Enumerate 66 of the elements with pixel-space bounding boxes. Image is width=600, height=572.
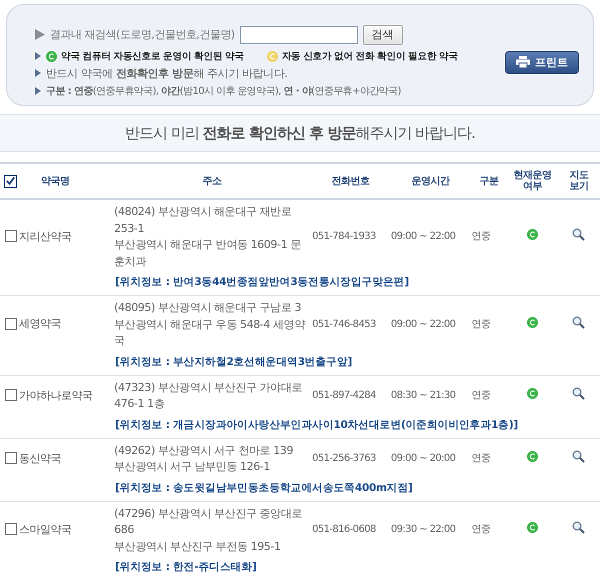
address-text: 부산광역시 해운대구 반여동 1609-1 문훈치과 <box>114 237 302 270</box>
phone-text: 051-256-3763 <box>312 453 376 464</box>
printer-icon <box>516 56 530 68</box>
location-info: [위치정보 : 부산지하철2호선해운대역3번출구앞] <box>115 356 352 368</box>
address-text: (48095) 부산광역시 해운대구 구남로 3 <box>114 300 302 316</box>
type-text: 연중 <box>472 231 490 242</box>
notice-text: 반드시 약국에 전화확인후 방문해 주시기 바랍니다. <box>46 66 288 80</box>
row-checkbox[interactable] <box>5 452 17 464</box>
type-text: 연중 <box>472 390 490 401</box>
row-checkbox[interactable] <box>5 318 17 330</box>
phone-text: 051-897-4284 <box>312 390 376 401</box>
search-icon[interactable] <box>572 387 586 400</box>
type-legend-text: 구분 : 연중(연중무휴약국), 야간(밤10시 이후 운영약국), 연 · 야(연중무휴+야간약국) <box>46 84 401 98</box>
address-text: 부산광역시 서구 남부민동 126-1 <box>114 459 271 475</box>
location-info: [위치정보 : 개금시장과아이사랑산부인과사이10차선대로변(이준희이비인후과1층)] <box>115 418 518 430</box>
type-text: 연중 <box>472 524 490 536</box>
row-checkbox[interactable] <box>5 389 17 401</box>
column-header: 주소 <box>202 176 222 186</box>
address-text: 부산광역시 해운대구 우동 548-4 세영약국 <box>114 316 306 349</box>
hours-text: 09:00 ~ 22:00 <box>390 231 456 242</box>
address-text: (49262) 부산광역시 서구 천마로 139 <box>114 442 294 458</box>
print-button[interactable]: 프린트 <box>505 50 579 74</box>
column-header: 전화번호 <box>331 176 370 186</box>
row-checkbox[interactable] <box>5 523 17 536</box>
location-info: [위치정보 : 반여3동44번종점앞반여3동전통시장입구맞은편] <box>115 276 409 288</box>
hours-text: 09:00 ~ 22:00 <box>390 318 456 330</box>
type-text: 연중 <box>472 453 490 464</box>
address-text: 부산광역시 부산진구 부전동 195-1 <box>114 538 282 554</box>
legend-text: 자동 신호가 없어 전화 확인이 필요한 약국 <box>282 50 458 62</box>
column-header: 현재운영 여부 <box>512 170 552 192</box>
column-header: 지도 보기 <box>568 170 590 192</box>
search-button[interactable]: 검색 <box>362 24 403 44</box>
search-icon[interactable] <box>572 450 586 463</box>
bullet-icon <box>35 29 45 40</box>
pharmacy-name: 세영약국 <box>19 316 61 332</box>
hours-text: 09:30 ~ 22:00 <box>390 524 456 536</box>
hours-text: 09:00 ~ 20:00 <box>390 453 456 464</box>
address-text: (47323) 부산광역시 부산진구 가야대로 476-1 1층 <box>114 380 303 412</box>
search-icon[interactable] <box>572 521 586 534</box>
hours-text: 08:30 ~ 21:30 <box>390 390 456 401</box>
pharmacy-name: 동신약국 <box>19 450 61 466</box>
pharmacy-name: 지리산약국 <box>19 228 72 244</box>
phone-text: 051-784-1933 <box>312 231 376 242</box>
phone-text: 051-816-0608 <box>312 524 376 536</box>
bullet-icon <box>35 86 41 94</box>
pharmacy-name: 가야하나로약국 <box>19 388 92 402</box>
address-text: (48024) 부산광역시 해운대구 재반로 253-1 <box>114 204 292 236</box>
column-header: 구분 <box>479 176 498 186</box>
phone-text: 051-746-8453 <box>312 318 376 330</box>
column-header: 운영시간 <box>411 176 450 186</box>
bullet-icon <box>35 69 41 77</box>
search-icon[interactable] <box>572 316 586 329</box>
select-all-checkbox[interactable] <box>4 174 17 188</box>
pharmacy-name: 스마일약국 <box>19 522 72 537</box>
location-info: [위치정보 : 한전-쥬디스태화] <box>115 561 256 572</box>
address-text: (47296) 부산광역시 부산진구 중앙대로 686 <box>114 506 303 538</box>
search-field[interactable] <box>240 26 358 44</box>
type-text: 연중 <box>472 318 490 330</box>
location-info: [위치정보 : 송도윗길남부민동초등학교에서송도쪽400m지점] <box>115 482 412 494</box>
legend-text: 약국 컴퓨터 자동신호로 운영이 확인된 약국 <box>61 50 244 62</box>
row-checkbox[interactable] <box>5 230 17 242</box>
bullet-icon <box>35 52 41 60</box>
banner-text: 반드시 미리 전화로 확인하신 후 방문해주시기 바랍니다. <box>125 124 475 142</box>
search-icon[interactable] <box>572 228 586 241</box>
search-label: 결과내 재검색(도로명,건물번호,건물명) <box>50 27 235 42</box>
column-header: 약국명 <box>41 176 70 186</box>
